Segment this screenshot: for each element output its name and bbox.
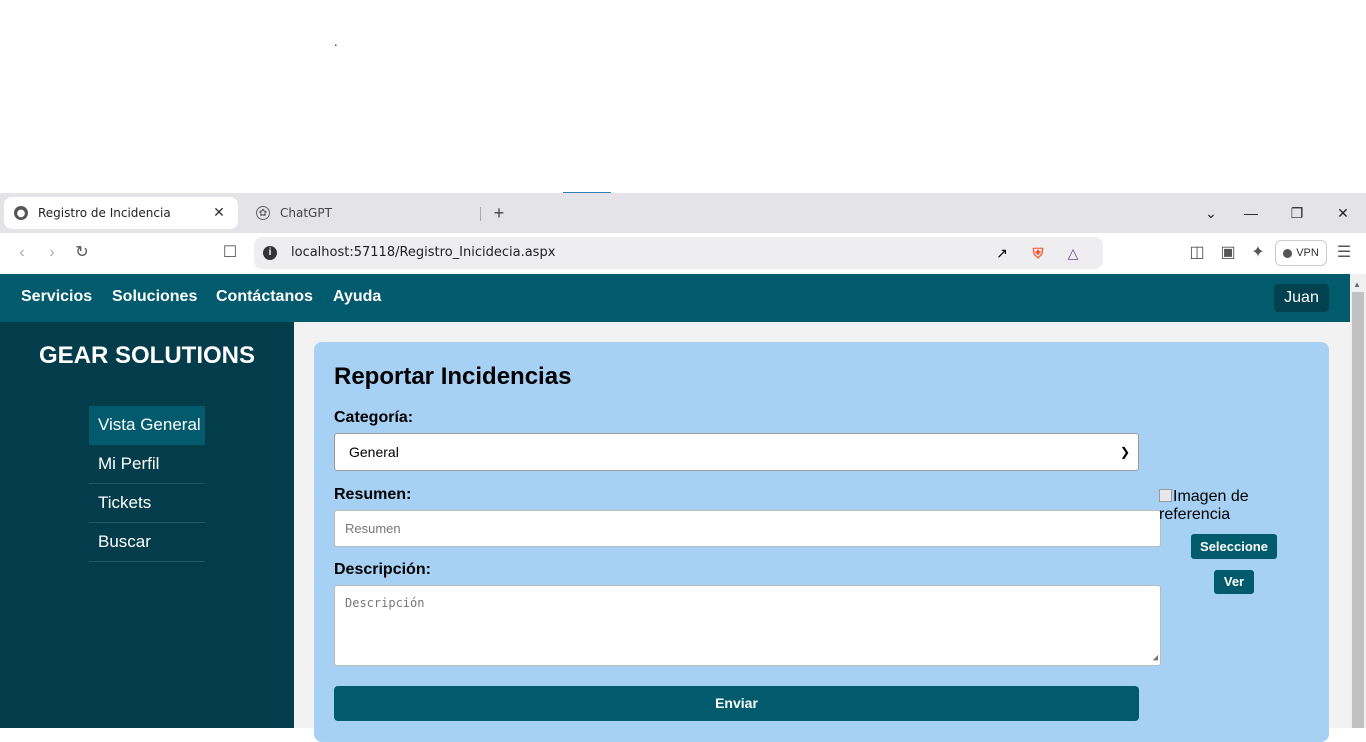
description-textarea[interactable]: Descripción ◢ [334,585,1161,666]
browser-tab-strip: ● Registro de Incidencia ✕ ✿ ChatGPT [0,193,1366,233]
submit-button[interactable]: Enviar [334,686,1139,721]
nav-contactanos[interactable]: Contáctanos [216,288,313,306]
page-scrollbar[interactable]: ▲ [1350,274,1366,728]
leo-ai-icon[interactable]: ✦ [1246,241,1270,265]
sidebar-item-tickets[interactable]: Tickets [89,484,205,523]
tab-separator [480,207,481,221]
close-window-button[interactable]: ✕ [1331,201,1355,225]
select-image-button[interactable]: Seleccione [1191,534,1277,559]
chatgpt-icon: ✿ [256,206,270,220]
chevron-down-icon: ❯ [1119,445,1130,459]
brave-shields-icon[interactable]: ⛨ [1028,243,1048,263]
page-title: Reportar Incidencias [334,363,572,390]
brave-rewards-icon[interactable]: △ [1063,243,1083,263]
tab-title: ChatGPT [280,206,332,220]
reload-icon[interactable]: ↻ [70,241,94,265]
sidebar-item-mi-perfil[interactable]: Mi Perfil [89,445,205,484]
description-label: Descripción: [334,561,431,578]
browser-toolbar: ‹ › ↻ ☐ i localhost:57118/Registro_Inici… [0,233,1366,274]
close-icon[interactable]: ✕ [210,205,228,221]
restore-button[interactable]: ❐ [1285,201,1309,225]
url-text[interactable]: localhost:57118/Registro_Inicidecia.aspx [291,245,555,260]
category-label: Categoría: [334,409,414,426]
tab-chatgpt[interactable]: ✿ ChatGPT [246,197,480,229]
view-image-button[interactable]: Ver [1214,570,1254,594]
minimize-button[interactable]: — [1239,201,1263,225]
desktop-dot: . [334,34,338,49]
address-bar[interactable]: i localhost:57118/Registro_Inicidecia.as… [254,237,1103,269]
sidebar-item-buscar[interactable]: Buscar [89,523,205,562]
nav-soluciones[interactable]: Soluciones [112,288,197,306]
category-select[interactable]: General ❯ [334,433,1139,471]
forward-icon[interactable]: › [40,241,64,265]
sidebar-item-vista-general[interactable]: Vista General [89,406,205,445]
reference-image-alt: Imagen de referencia [1159,488,1249,523]
reference-image: Imagen de referencia [1159,488,1299,524]
vpn-button[interactable]: VPN [1275,240,1327,266]
resize-handle-icon[interactable]: ◢ [1153,653,1158,663]
user-menu[interactable]: Juan [1274,284,1329,312]
summary-input[interactable]: Resumen [334,510,1161,547]
bookmark-icon[interactable]: ☐ [218,241,242,265]
tab-title: Registro de Incidencia [38,206,171,220]
description-placeholder: Descripción [345,596,425,610]
sidebar: GEAR SOLUTIONS Vista General Mi Perfil T… [0,322,294,728]
sidebar-icon[interactable]: ◫ [1185,241,1209,265]
tab-registro-incidencia[interactable]: ● Registro de Incidencia ✕ [4,197,238,229]
nav-ayuda[interactable]: Ayuda [333,288,381,306]
chevron-down-icon[interactable]: ⌄ [1199,201,1223,225]
category-value: General [349,444,399,460]
site-info-icon[interactable]: i [263,246,277,260]
broken-image-icon [1159,489,1172,502]
web-page: Servicios Soluciones Contáctanos Ayuda J… [0,274,1366,742]
scrollbar-thumb[interactable] [1352,292,1364,728]
new-tab-button[interactable]: + [488,201,510,225]
incident-form-card: Reportar Incidencias Categoría: General … [314,342,1329,742]
globe-icon: ● [14,206,28,220]
sidebar-menu: Vista General Mi Perfil Tickets Buscar [89,406,205,562]
nav-servicios[interactable]: Servicios [21,288,92,306]
back-icon[interactable]: ‹ [10,241,34,265]
scroll-up-icon[interactable]: ▲ [1353,280,1361,289]
brand-title: GEAR SOLUTIONS [38,342,255,369]
desktop-background: . [0,0,1366,193]
wallet-icon[interactable]: ▣ [1216,241,1240,265]
share-icon[interactable]: ↗ [992,243,1012,263]
vpn-label: VPN [1296,247,1319,259]
menu-icon[interactable]: ☰ [1332,241,1356,265]
top-navbar: Servicios Soluciones Contáctanos Ayuda J… [0,274,1350,322]
vpn-status-icon [1283,248,1293,258]
summary-label: Resumen: [334,486,412,503]
